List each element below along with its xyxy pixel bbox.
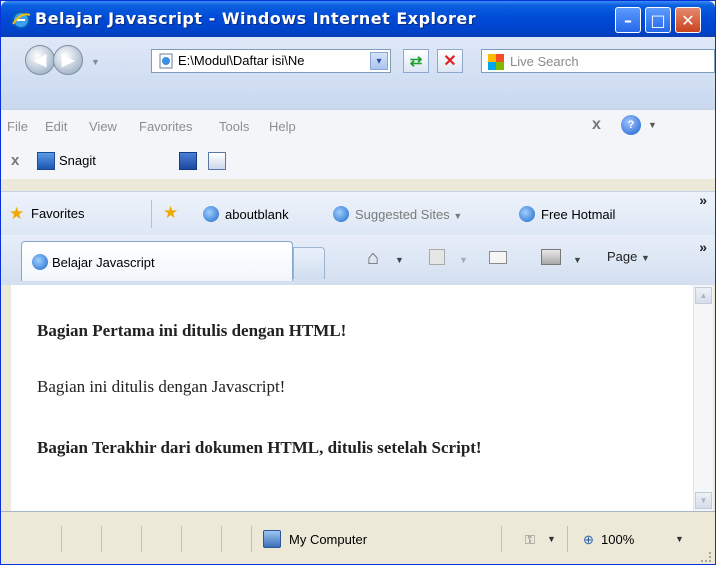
home-dropdown-icon[interactable]: ▼ [395,255,404,265]
status-divider [141,526,142,552]
heading-last: Bagian Terakhir dari dokumen HTML, ditul… [37,438,482,457]
search-input[interactable]: Live Search [510,54,579,69]
favorites-overflow-icon[interactable]: » [699,192,707,208]
my-computer-icon [263,530,281,548]
menu-view[interactable]: View [89,119,117,134]
resize-grip[interactable] [701,552,711,562]
print-icon[interactable] [541,249,561,265]
scroll-down-icon[interactable]: ▼ [695,492,712,509]
menu-file[interactable]: File [7,119,28,134]
snagit-button[interactable]: Snagit [59,153,96,168]
close-toolbar-icon[interactable]: x [11,152,19,169]
capture-icon[interactable] [179,152,197,170]
maximize-icon: □ [650,10,666,30]
divider [151,200,152,228]
refresh-icon: ⇄ [409,53,423,70]
home-icon[interactable]: ⌂ [367,247,379,270]
favorite-link-label: Free Hotmail [541,207,616,222]
favorites-button[interactable]: Favorites [31,206,84,221]
minimize-button[interactable]: – [615,7,641,33]
page-icon [159,53,173,69]
window-title: Belajar Javascript - Windows Internet Ex… [35,9,477,28]
close-menu-icon[interactable]: x [592,116,601,134]
protected-mode-icon[interactable]: ⚿ [525,532,535,548]
status-divider [61,526,62,552]
recent-pages-dropdown-icon[interactable]: ▼ [91,57,100,67]
forward-arrow-icon: ▶ [61,52,75,69]
ie-page-icon [519,206,535,222]
back-arrow-icon: ◀ [33,52,47,69]
page-menu-label: Page [607,249,638,264]
menu-help[interactable]: Help [269,119,296,134]
ie-page-icon [203,206,219,222]
menu-tools[interactable]: Tools [219,119,249,134]
live-search-logo-icon [488,54,504,70]
heading-first: Bagian Pertama ini ditulis dengan HTML! [37,321,347,340]
snagit-icon [37,152,55,170]
maximize-button[interactable]: □ [645,7,671,33]
ie-page-icon [32,254,48,270]
content-left-margin [11,285,21,511]
navigation-bar: ◀ ▶ ▼ E:\Modul\Daftar isi\Ne ▾ ⇄ ✕ Live … [1,37,715,109]
zoom-icon: ⊕ [583,532,594,547]
favorite-link-suggested-sites[interactable]: Suggested Sites ▼ [333,206,462,222]
tab-bar: Belajar Javascript ⌂ ▼ ▼ ▼ Page ▼ » [1,235,715,285]
status-divider [251,526,252,552]
command-bar-overflow-icon[interactable]: » [699,239,707,255]
capture-window-icon[interactable] [208,152,226,170]
address-bar[interactable]: E:\Modul\Daftar isi\Ne ▾ [151,49,391,73]
status-divider [567,526,568,552]
close-button[interactable]: ✕ [675,7,701,33]
new-tab-button[interactable] [293,247,325,279]
close-icon: ✕ [681,10,695,30]
tab-belajar-javascript[interactable]: Belajar Javascript [21,241,293,281]
menu-edit[interactable]: Edit [45,119,67,134]
add-favorite-icon[interactable]: ★ [163,203,178,223]
zoom-dropdown-icon[interactable]: ▼ [675,534,684,544]
favorite-link-free-hotmail[interactable]: Free Hotmail [519,206,615,222]
address-dropdown-button[interactable]: ▾ [370,52,388,70]
refresh-button[interactable]: ⇄ [403,49,429,73]
print-dropdown-icon[interactable]: ▼ [573,255,582,265]
javascript-text: Bagian ini ditulis dengan Javascript! [37,377,286,396]
back-button[interactable]: ◀ [25,45,55,75]
menu-favorites[interactable]: Favorites [139,119,192,134]
ie-logo-icon [12,11,31,29]
protected-mode-dropdown-icon[interactable]: ▼ [547,534,556,544]
security-zone: My Computer [289,532,368,547]
ie-page-icon [333,206,349,222]
status-divider [181,526,182,552]
status-bar: My Computer ⚿ ▼ ⊕ 100% ▼ [1,511,715,564]
tab-label: Belajar Javascript [52,255,155,270]
status-divider [221,526,222,552]
favorite-link-label: Suggested Sites [355,207,450,222]
stop-icon: ✕ [443,53,457,70]
browser-window: Belajar Javascript - Windows Internet Ex… [0,0,716,565]
zoom-level-button[interactable]: 100% [601,532,634,547]
minimize-icon: – [624,10,632,30]
page-content: Bagian Pertama ini ditulis dengan HTML! … [21,285,693,511]
menu-bar: File Edit View Favorites Tools Help x ? … [1,109,715,143]
search-box[interactable]: Live Search [481,49,715,73]
help-icon[interactable]: ? [621,115,641,135]
feeds-dropdown-icon[interactable]: ▼ [459,255,468,265]
status-divider [101,526,102,552]
scroll-up-icon[interactable]: ▲ [695,287,712,304]
favorites-star-icon: ★ [9,204,25,223]
status-divider [501,526,502,552]
help-dropdown-icon[interactable]: ▼ [648,120,657,130]
favorites-bar: ★ Favorites ★ aboutblank Suggested Sites… [1,191,715,235]
feeds-icon[interactable] [429,249,445,265]
vertical-scrollbar[interactable]: ▲ ▼ [693,285,713,511]
favorite-link-label: aboutblank [225,207,289,222]
stop-button[interactable]: ✕ [437,49,463,73]
title-bar[interactable]: Belajar Javascript - Windows Internet Ex… [1,1,715,37]
page-menu-button[interactable]: Page ▼ [607,249,650,264]
favorite-link-aboutblank[interactable]: aboutblank [203,206,289,222]
forward-button[interactable]: ▶ [53,45,83,75]
address-input[interactable]: E:\Modul\Daftar isi\Ne [178,53,353,68]
read-mail-icon[interactable] [489,251,507,264]
snagit-toolbar: x Snagit [1,143,715,179]
